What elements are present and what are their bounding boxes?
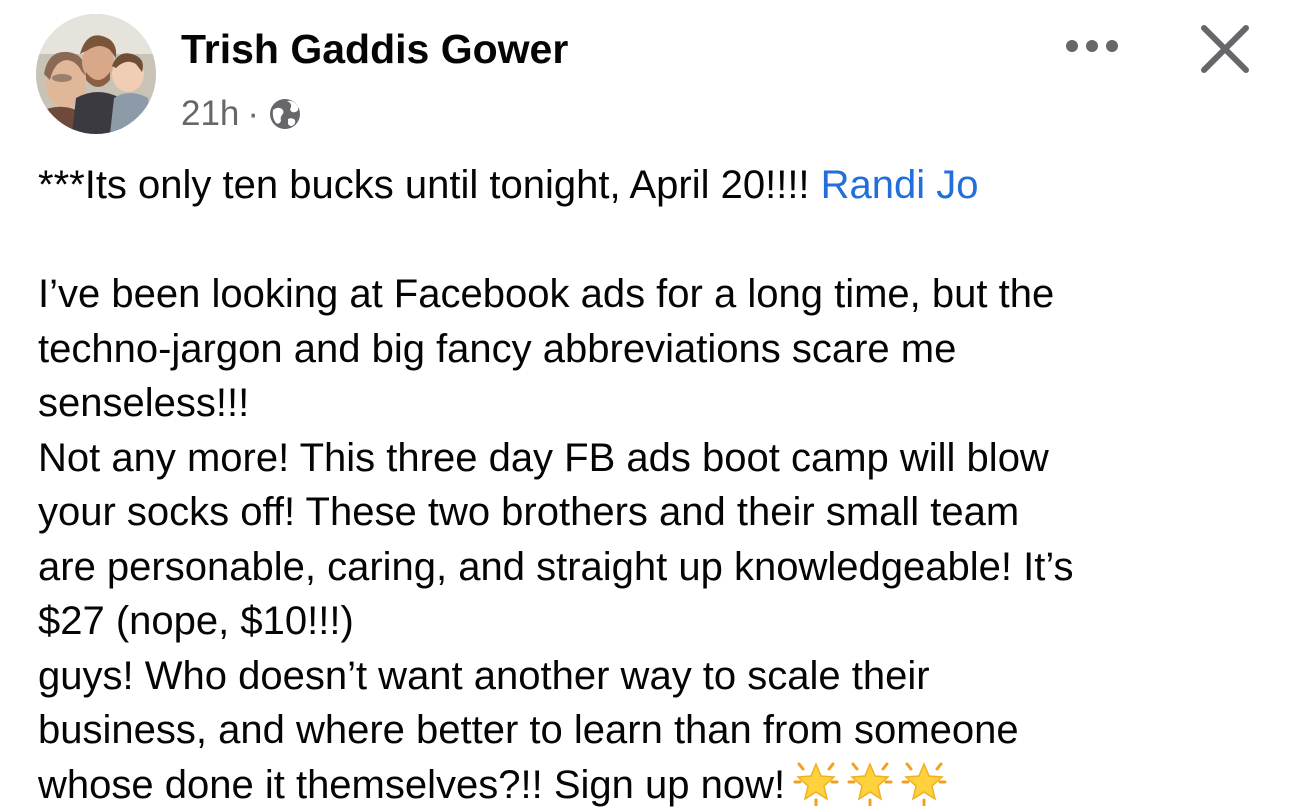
more-horizontal-icon [1062, 36, 1122, 56]
post-text-line: I’ve been looking at Facebook ads for a … [38, 267, 1268, 322]
post-text-line: are personable, caring, and straight up … [38, 540, 1268, 595]
more-options-button[interactable] [1058, 26, 1126, 66]
close-button[interactable] [1196, 20, 1254, 78]
post-text-line: your socks off! These two brothers and t… [38, 485, 1268, 540]
post-text-line: guys! Who doesn’t want another way to sc… [38, 649, 1268, 704]
glowing-star-icon [847, 760, 893, 806]
post-header: Trish Gaddis Gower 21h · [0, 0, 1290, 150]
author-name[interactable]: Trish Gaddis Gower [181, 26, 568, 73]
post-text-line: business, and where better to learn than… [38, 703, 1268, 758]
post-text-line: Not any more! This three day FB ads boot… [38, 431, 1268, 486]
glowing-star-icon [901, 760, 947, 806]
avatar-photo [36, 14, 156, 134]
post-text-closing: whose done it themselves?!! Sign up now! [38, 763, 785, 807]
post-text: ***Its only ten bucks until tonight, Apr… [38, 158, 1268, 812]
blank-line [38, 213, 1268, 268]
post-text-line: whose done it themselves?!! Sign up now! [38, 758, 1268, 812]
post-text-line: ***Its only ten bucks until tonight, Apr… [38, 158, 1268, 213]
post-meta: 21h · [181, 92, 302, 136]
mention-link[interactable]: Randi Jo [821, 163, 979, 207]
globe-icon[interactable] [268, 97, 302, 131]
post-text-line: techno-jargon and big fancy abbreviation… [38, 322, 1268, 377]
post-timestamp[interactable]: 21h [181, 94, 239, 134]
post-text-intro: ***Its only ten bucks until tonight, Apr… [38, 163, 821, 207]
meta-separator: · [247, 94, 259, 134]
glowing-star-icon [793, 760, 839, 806]
author-avatar[interactable] [36, 14, 156, 134]
post-text-line: $27 (nope, $10!!!) [38, 594, 1268, 649]
post-text-line: senseless!!! [38, 376, 1268, 431]
close-icon [1196, 20, 1254, 78]
